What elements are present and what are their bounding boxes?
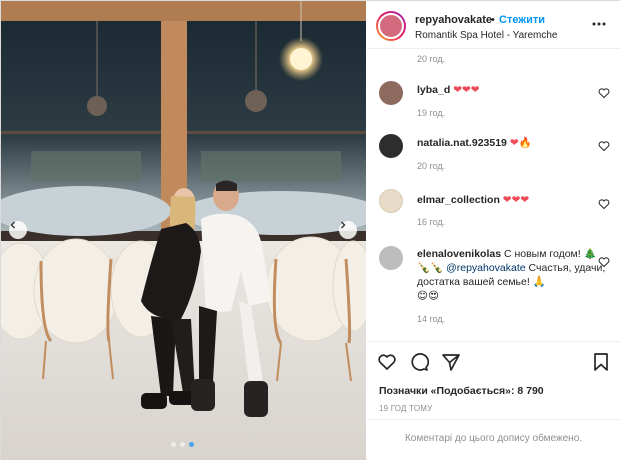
share-icon[interactable] <box>441 352 461 372</box>
likes-count[interactable]: Позначки «Подобається»: 8 790 <box>379 385 544 397</box>
comment-box: Коментарі до цього допису обмежено. <box>367 419 620 460</box>
comment-text: ❤❤❤ <box>453 84 480 96</box>
commenter-username[interactable]: lyba_d <box>417 84 450 96</box>
commenter-avatar[interactable] <box>379 246 403 270</box>
post-header: repyahovakate • Стежити Romantik Spa Hot… <box>367 1 620 49</box>
comment-text: С новым годом! <box>503 248 581 260</box>
more-options-button[interactable] <box>592 17 606 31</box>
carousel-prev-icon <box>10 221 15 229</box>
carousel-indicator <box>171 442 194 447</box>
comment-text: ❤❤❤ <box>502 194 530 206</box>
instagram-post: repyahovakate • Стежити Romantik Spa Hot… <box>0 0 620 460</box>
photo-illustration <box>1 1 366 460</box>
save-icon[interactable] <box>591 352 611 372</box>
mention-link[interactable]: @repyahovakate <box>446 262 526 274</box>
post-photo[interactable] <box>1 1 366 460</box>
author-avatar[interactable] <box>376 11 406 41</box>
header-separator: • <box>491 14 495 26</box>
comment-time: 14 год. <box>417 314 446 324</box>
heart-small-icon[interactable] <box>598 87 610 99</box>
carousel-dot <box>171 442 176 447</box>
comments-list[interactable]: 20 год. lyba_d ❤❤❤ 19 год. natalia.nat.9… <box>367 49 620 341</box>
more-options-icon <box>592 22 606 26</box>
post-timestamp[interactable]: 19 ГОД ТОМУ <box>379 404 432 413</box>
location-link[interactable]: Romantik Spa Hotel - Yaremche <box>415 30 557 41</box>
heart-small-icon[interactable] <box>598 140 610 152</box>
post-details-panel: repyahovakate • Стежити Romantik Spa Hot… <box>367 1 620 460</box>
commenter-username[interactable]: elenalovenikolas <box>417 248 501 260</box>
comment-time: 19 год. <box>417 108 446 118</box>
commenter-username[interactable]: natalia.nat.923519 <box>417 137 507 149</box>
comment-time: 20 год. <box>417 161 446 171</box>
heart-small-icon[interactable] <box>598 198 610 210</box>
carousel-next-button[interactable] <box>339 221 357 239</box>
follow-button[interactable]: Стежити <box>499 14 545 26</box>
comment-text: ❤🔥 <box>509 137 532 149</box>
like-icon[interactable] <box>377 352 397 372</box>
comment-icon[interactable] <box>409 352 429 372</box>
comment-time: 20 год. <box>417 54 446 64</box>
comment-emoji: 🙏 <box>532 276 546 288</box>
commenter-avatar[interactable] <box>379 189 403 213</box>
author-username[interactable]: repyahovakate <box>415 14 492 26</box>
commenter-username[interactable]: elmar_collection <box>417 194 500 206</box>
carousel-next-icon <box>341 221 346 229</box>
carousel-prev-button[interactable] <box>9 221 27 239</box>
comments-closed-notice: Коментарі до цього допису обмежено. <box>404 433 583 444</box>
commenter-avatar[interactable] <box>379 134 403 158</box>
post-actions: Позначки «Подобається»: 8 790 19 ГОД ТОМ… <box>367 341 620 431</box>
carousel-dot <box>180 442 185 447</box>
commenter-avatar[interactable] <box>379 81 403 105</box>
carousel-dot-active <box>189 442 194 447</box>
heart-small-icon[interactable] <box>598 256 610 268</box>
comment-time: 16 год. <box>417 217 446 227</box>
comment-emoji: 😊😍 <box>417 290 439 302</box>
